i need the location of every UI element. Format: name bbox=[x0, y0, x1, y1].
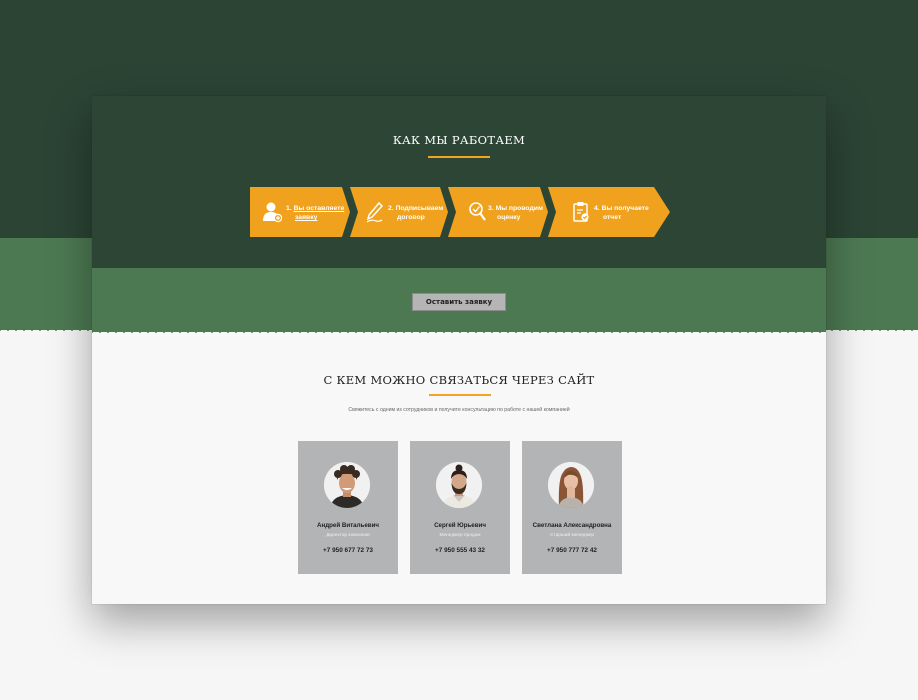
contact-phone[interactable]: +7 950 555 43 32 bbox=[410, 547, 510, 554]
contact-name: Сергей Юрьевич bbox=[434, 522, 486, 529]
step-1-text: 1. Вы оставляете заявку bbox=[286, 205, 345, 221]
avatar-man-curly-icon bbox=[324, 462, 370, 508]
title-underline bbox=[429, 394, 491, 396]
step-3-text: 3. Мы проводим оценку bbox=[488, 205, 543, 221]
step-3[interactable]: 3. Мы проводим оценку bbox=[448, 187, 548, 237]
avatar bbox=[548, 462, 594, 508]
contact-phone[interactable]: +7 950 677 72 73 bbox=[298, 547, 398, 554]
contact-role: Менеджер продаж bbox=[439, 533, 481, 538]
title-underline bbox=[428, 156, 490, 158]
contacts-subtitle: Свяжитесь с одним из сотрудников и получ… bbox=[348, 407, 570, 413]
magnifier-check-icon bbox=[469, 202, 486, 221]
avatar bbox=[324, 462, 370, 508]
user-add-icon bbox=[263, 202, 282, 223]
section-zigzag-divider bbox=[92, 328, 826, 336]
contact-phone[interactable]: +7 950 777 72 42 bbox=[522, 547, 622, 554]
step-1[interactable]: 1. Вы оставляете заявку bbox=[250, 187, 350, 237]
steps-row: 1. Вы оставляете заявку 2. Подписываем д… bbox=[250, 187, 670, 237]
contact-role: Старший менеджер bbox=[549, 533, 594, 538]
step-2[interactable]: 2. Подписываем договор bbox=[350, 187, 448, 237]
contact-card[interactable]: Сергей Юрьевич Менеджер продаж +7 950 55… bbox=[410, 441, 510, 574]
contacts-section-title: С КЕМ МОЖНО СВЯЗАТЬСЯ ЧЕРЕЗ САЙТ bbox=[323, 373, 595, 387]
avatar bbox=[436, 462, 482, 508]
step-4-text: 4. Вы получаете отчет bbox=[594, 205, 649, 221]
step-2-text: 2. Подписываем договор bbox=[388, 205, 444, 221]
contact-role: Директор компании bbox=[326, 533, 370, 538]
how-section-title: КАК МЫ РАБОТАЕМ bbox=[392, 133, 526, 147]
contact-card[interactable]: Андрей Витальевич Директор компании +7 9… bbox=[298, 441, 398, 574]
contact-name: Светлана Александровна bbox=[532, 522, 612, 529]
contact-card[interactable]: Светлана Александровна Старший менеджер … bbox=[522, 441, 622, 574]
how-we-work-section bbox=[92, 96, 826, 268]
contact-name: Андрей Витальевич bbox=[317, 522, 379, 529]
website-mockup: КАК МЫ РАБОТАЕМ 1. Вы оставляете заявку bbox=[92, 96, 826, 604]
clipboard-check-icon bbox=[573, 202, 589, 222]
avatar-woman-icon bbox=[548, 462, 594, 508]
avatar-man-beard-icon bbox=[436, 462, 482, 508]
pen-icon bbox=[366, 201, 384, 223]
step-4[interactable]: 4. Вы получаете отчет bbox=[548, 187, 670, 237]
submit-request-button[interactable]: Оставить заявку bbox=[412, 293, 506, 311]
